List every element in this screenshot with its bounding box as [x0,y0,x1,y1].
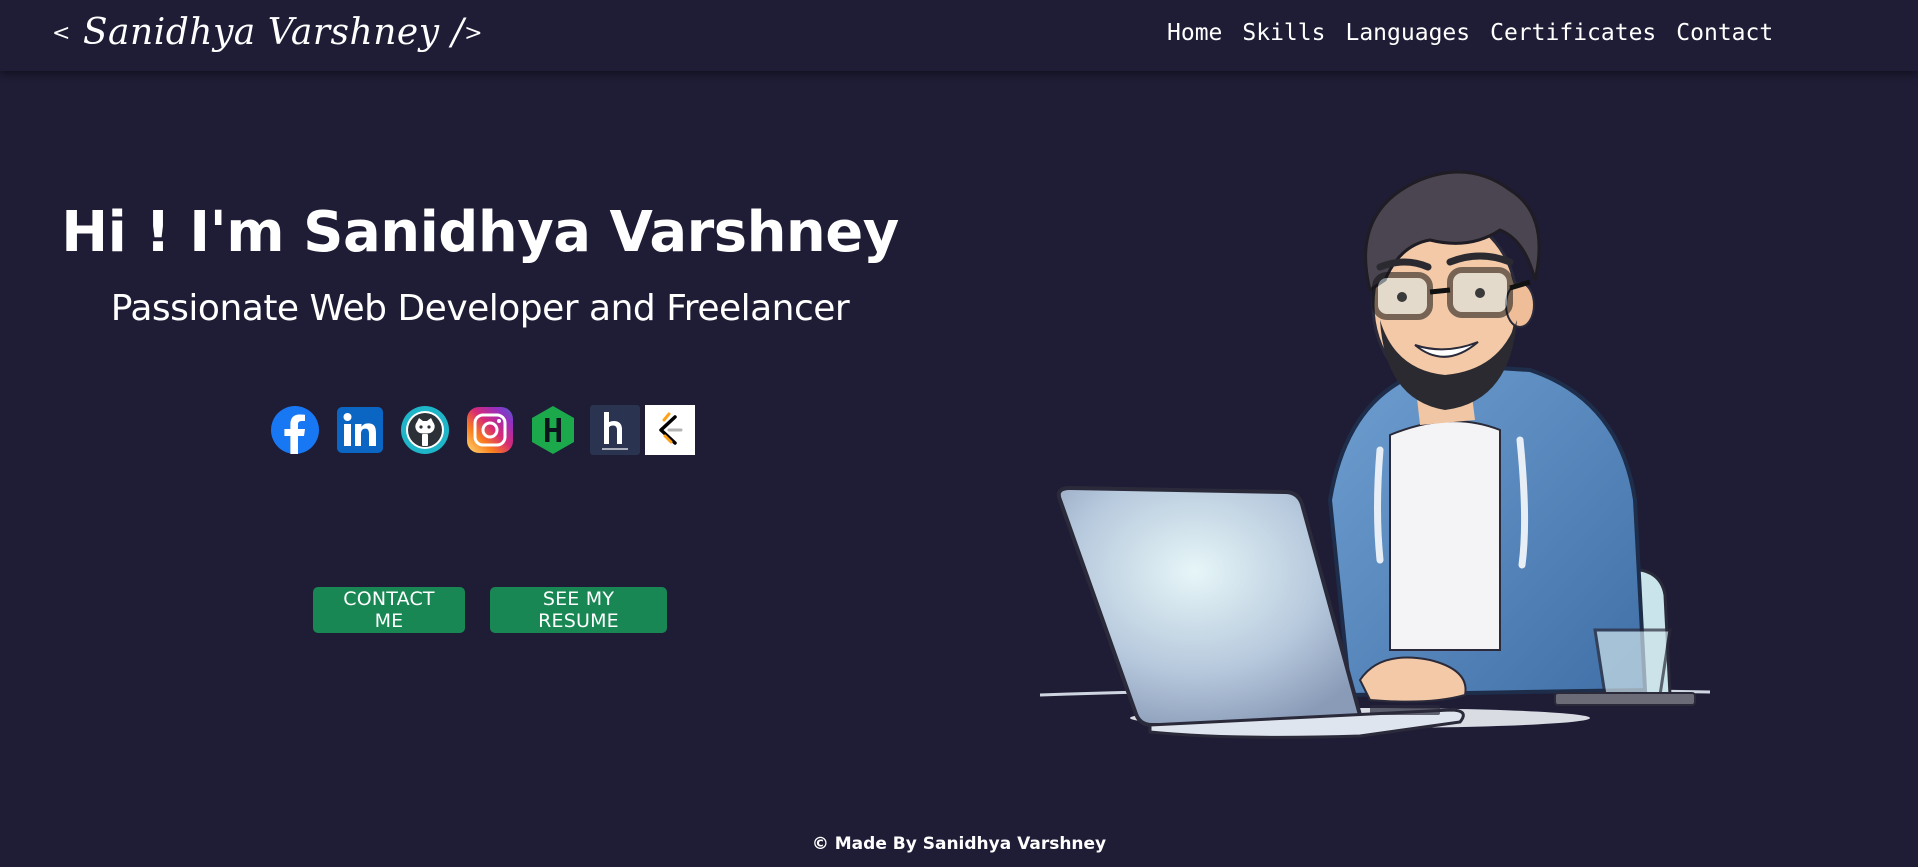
nav-links: Home Skills Languages Certificates Conta… [1167,20,1793,46]
linkedin-link[interactable] [335,405,385,455]
nav-link-skills[interactable]: Skills [1242,20,1325,46]
instagram-link[interactable] [465,405,515,455]
github-link[interactable] [400,405,450,455]
navbar: < Sanidhya Varshney /> Home Skills Langu… [0,0,1918,71]
hackerrank-icon [532,406,574,454]
hero-subtitle: Passionate Web Developer and Freelancer [110,288,850,329]
nav-link-languages[interactable]: Languages [1345,20,1470,46]
see-my-resume-button[interactable]: SEE MY RESUME [490,587,667,633]
facebook-link[interactable] [270,405,320,455]
hero-title: Hi ! I'm Sanidhya Varshney [61,200,899,265]
developer-with-laptop-illustration [1039,170,1711,739]
nav-link-contact[interactable]: Contact [1676,20,1773,46]
nav-link-certificates[interactable]: Certificates [1490,20,1656,46]
leetcode-icon [645,405,695,455]
brand-close-bracket: > [464,21,484,46]
github-icon [401,406,449,454]
contact-me-button[interactable]: CONTACT ME [313,587,465,633]
brand-logo[interactable]: < Sanidhya Varshney /> [52,12,483,53]
brand-name: Sanidhya Varshney / [82,12,465,53]
leetcode-link[interactable] [645,405,695,455]
facebook-icon [271,406,319,454]
hackerrank-link[interactable] [528,405,578,455]
footer-text: © Made By Sanidhya Varshney [811,834,1107,854]
hashnode-icon [590,405,640,455]
brand-open-bracket: < [52,21,71,46]
nav-link-home[interactable]: Home [1167,20,1222,46]
linkedin-icon [337,407,383,453]
instagram-icon [467,407,513,453]
hashnode-link[interactable] [590,405,640,455]
